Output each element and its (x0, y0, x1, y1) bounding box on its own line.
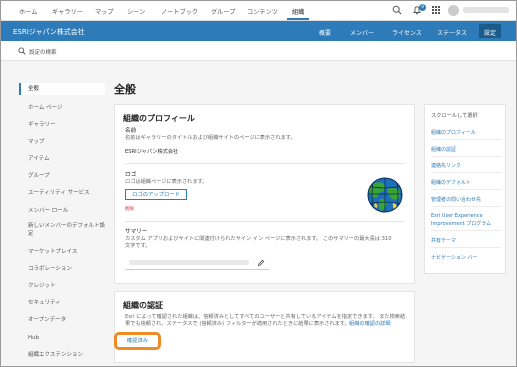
sidebar-item-map[interactable]: マップ (19, 136, 105, 148)
delete-logo-link[interactable]: 削除 (125, 206, 134, 212)
divider (125, 221, 405, 222)
sidebar-item-items[interactable]: アイテム (19, 153, 105, 165)
summary-text-redacted (129, 260, 249, 265)
divider (431, 247, 501, 248)
top-navigation: ホーム ギャラリー マップ シーン ノートブック グループ コンテンツ 組織 9 (1, 1, 516, 21)
divider (431, 139, 501, 140)
sidebar-item-org-extensions[interactable]: 組織エクステンション (19, 349, 105, 361)
verified-button-label: 確認済み (126, 338, 149, 344)
user-name-redacted[interactable] (463, 7, 509, 13)
section-title-profile: 組織のプロフィール (123, 114, 195, 123)
tab-members[interactable]: メンバー (350, 28, 374, 37)
apps-grid-icon[interactable] (431, 5, 441, 15)
verification-description-line1: Esri によって確認された組織は、信頼済みとしてすべてのユーザーと共有している… (125, 314, 406, 320)
organization-header: ESRIジャパン株式会社 概要 メンバー ライセンス ステータス 設定 (1, 21, 516, 41)
sidebar-item-collaboration[interactable]: コラボレーション (19, 263, 105, 275)
nav-groups[interactable]: グループ (211, 7, 235, 16)
sidebar-item-hub[interactable]: Hub (19, 332, 105, 344)
divider (125, 163, 405, 164)
scroll-navigation-panel: スクロールして選択 組織のプロフィール 組織の認証 連絡先リンク 組織のデフォル… (424, 104, 506, 274)
nav-scene[interactable]: シーン (127, 7, 145, 16)
jump-link-verification[interactable]: 組織の認証 (431, 146, 456, 153)
globe-logo-image (367, 177, 403, 213)
pencil-edit-icon[interactable] (257, 259, 265, 267)
sidebar-item-member-roles[interactable]: メンバー ロール (19, 205, 105, 217)
jump-link-defaults[interactable]: 組織のデフォルト (431, 179, 471, 186)
summary-label: サマリー (125, 229, 148, 235)
verification-details-link[interactable]: 組織の確認の詳細 (349, 320, 391, 327)
divider (431, 156, 501, 157)
divider (431, 230, 501, 231)
nav-home[interactable]: ホーム (19, 7, 37, 16)
name-label: 名前 (125, 128, 137, 134)
scroll-navigation-header: スクロールして選択 (431, 113, 478, 119)
jump-link-esri-ux-line1[interactable]: Esri User Experience (431, 213, 483, 219)
divider (431, 206, 501, 207)
tab-licenses[interactable]: ライセンス (392, 28, 422, 37)
nav-map[interactable]: マップ (95, 7, 114, 16)
sidebar-item-security[interactable]: セキュリティ (19, 297, 105, 309)
sidebar-item-new-member-defaults[interactable]: 新しいメンバーのデフォルト設定 (19, 222, 105, 240)
app-frame: ホーム ギャラリー マップ シーン ノートブック グループ コンテンツ 組織 9 (0, 0, 517, 367)
summary-input[interactable] (125, 256, 269, 270)
nav-gallery[interactable]: ギャラリー (52, 7, 83, 16)
user-avatar[interactable] (448, 5, 459, 16)
sidebar-item-open-data[interactable]: オープンデータ (19, 314, 105, 326)
settings-search-input[interactable]: 設定の検索 (29, 48, 57, 56)
page-title: 全般 (114, 83, 136, 96)
upload-logo-button[interactable]: ロゴのアップロード (125, 189, 187, 200)
sidebar-item-marketplace[interactable]: マーケットプレイス (19, 246, 105, 258)
sidebar-item-credits[interactable]: クレジット (19, 280, 105, 292)
jump-link-admin-contacts[interactable]: 管理者の問い合わせ先 (431, 196, 481, 203)
jump-link-navigation-bar[interactable]: ナビゲーション バー (431, 254, 478, 261)
verified-button[interactable]: 確認済み (114, 332, 161, 350)
sidebar-item-utility-services[interactable]: ユーティリティ サービス (19, 187, 105, 199)
nav-content[interactable]: コンテンツ (247, 7, 278, 16)
summary-description-line1: カスタム アプリおよびサイトに関連付けられたサイン イン ページに表示されます。… (125, 236, 392, 242)
settings-search-bar[interactable]: 設定の検索 (1, 41, 516, 61)
organization-verification-card: 組織の認証 (114, 291, 415, 363)
sidebar-item-gallery[interactable]: ギャラリー (19, 119, 105, 131)
notification-badge: 9 (419, 4, 426, 11)
sidebar-item-general[interactable]: 全般 (19, 83, 105, 95)
summary-description-line2: 文字です。 (125, 243, 151, 249)
tab-settings[interactable]: 設定 (479, 24, 502, 38)
jump-link-esri-ux-line2[interactable]: Improvement プログラム (431, 220, 491, 227)
name-description: 名前はギャラリーのタイトルおよび組織サイトのページに表示されます。 (125, 135, 296, 141)
sidebar-item-home-page[interactable]: ホーム ページ (19, 102, 105, 114)
section-title-verification: 組織の認証 (123, 301, 163, 310)
tab-overview[interactable]: 概要 (319, 28, 331, 37)
logo-label: ロゴ (125, 172, 137, 178)
sidebar-item-groups[interactable]: グループ (19, 170, 105, 182)
tab-status[interactable]: ステータス (437, 28, 467, 37)
nav-notebook[interactable]: ノートブック (161, 7, 198, 16)
jump-link-contact-links[interactable]: 連絡先リンク (431, 162, 461, 169)
logo-description: ロゴは組織ページに表示されます。 (125, 179, 208, 185)
jump-link-shared-theme[interactable]: 共有テーマ (431, 237, 456, 244)
nav-active-indicator (287, 18, 309, 20)
organization-name: ESRIジャパン株式会社 (13, 28, 85, 36)
divider (431, 172, 501, 173)
organization-name-value[interactable]: ESRIジャパン株式会社 (125, 148, 178, 155)
divider (431, 189, 501, 190)
verification-description-line2: 果でも信頼され、ステータスで (信頼済み) フィルターが適用されたときに結果に表… (125, 321, 350, 327)
nav-organization[interactable]: 組織 (292, 7, 304, 16)
jump-link-profile[interactable]: 組織のプロフィール (431, 129, 476, 136)
search-icon (18, 47, 26, 55)
search-icon[interactable] (392, 5, 402, 15)
